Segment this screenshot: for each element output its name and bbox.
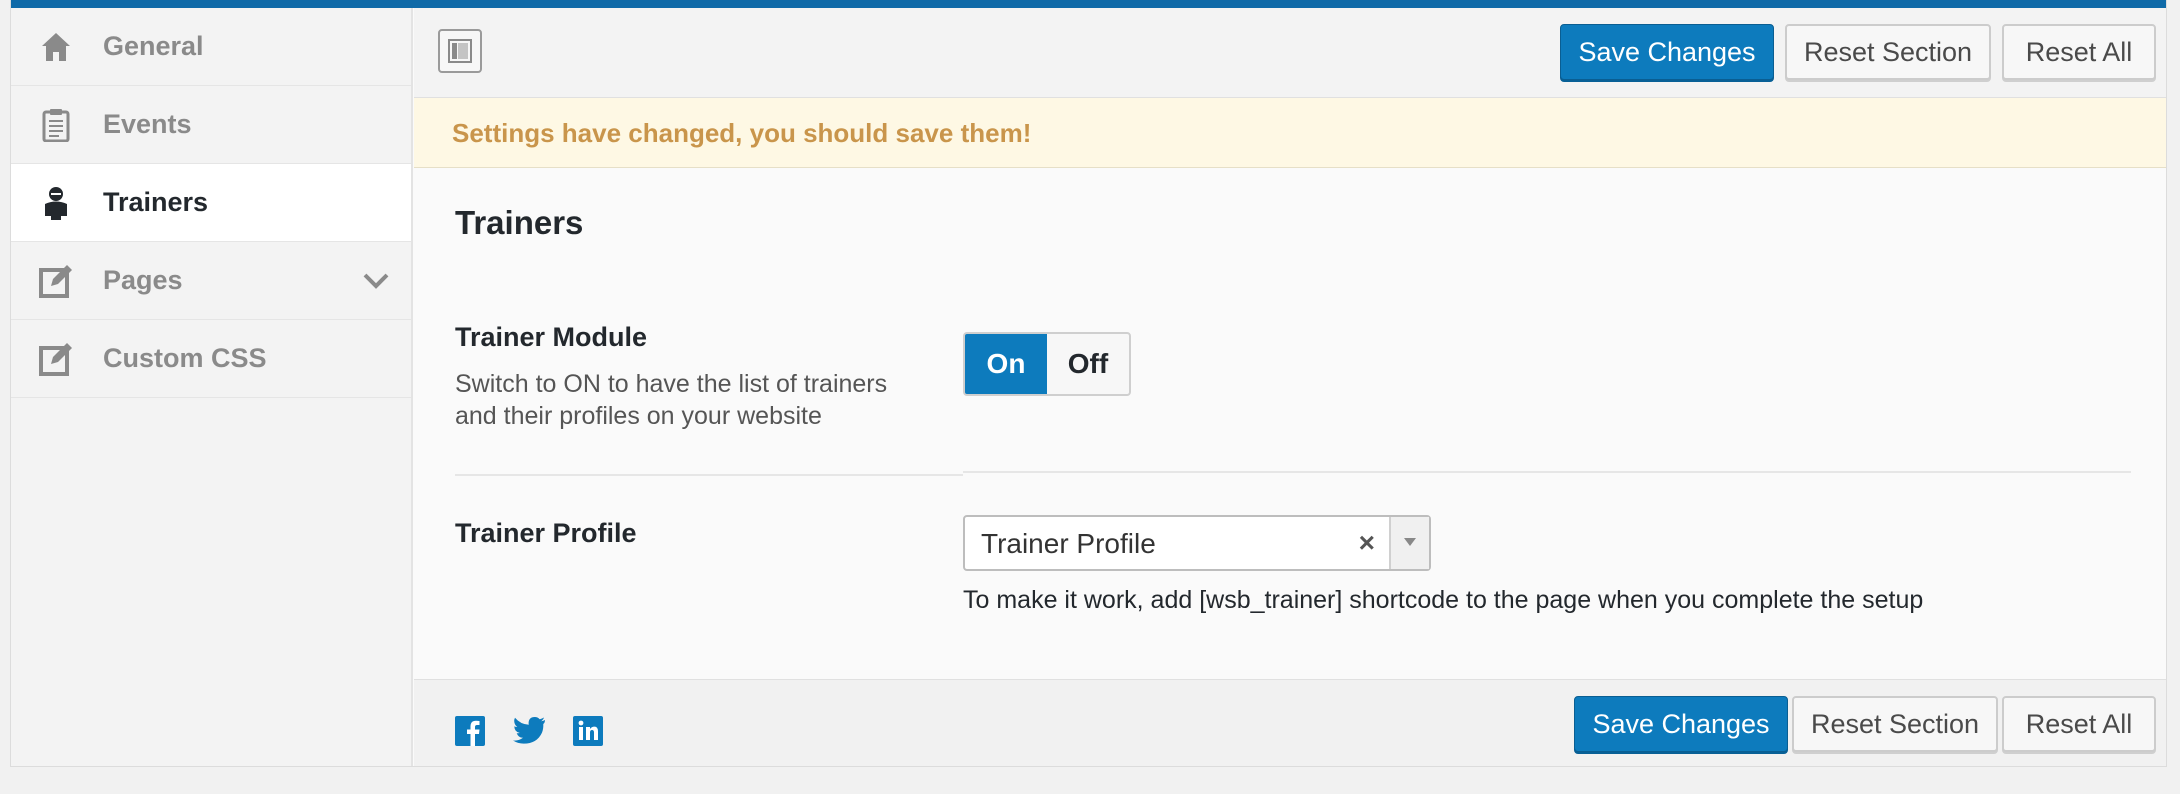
layout-icon [448,39,472,63]
sidebar-item-label: Events [103,109,192,139]
sidebar-item-events[interactable]: Events [11,86,411,164]
save-button[interactable]: Save Changes [1560,24,1774,80]
dropdown-arrow-icon[interactable] [1389,517,1429,569]
main-panel: Save Changes Reset Section Reset All Set… [414,8,2166,766]
person-icon [39,186,73,220]
settings-content: Trainers Trainer Module Switch to ON to … [414,168,2166,679]
edit-icon [39,264,73,298]
reset-section-button[interactable]: Reset Section [1792,696,1998,752]
field-divider [963,471,2131,473]
reset-all-button[interactable]: Reset All [2002,24,2156,80]
reset-section-button[interactable]: Reset Section [1785,24,1991,80]
sidebar-item-label: Custom CSS [103,343,267,373]
home-icon [39,30,73,64]
sidebar-item-label: Pages [103,265,183,295]
footer-toolbar: Save Changes Reset Section Reset All [414,679,2166,766]
trainer-module-label: Trainer Module [455,322,648,352]
top-accent-bar [11,0,2166,8]
chevron-down-icon[interactable] [361,266,391,296]
sidebar-item-trainers[interactable]: Trainers [11,164,411,242]
sidebar-item-custom-css[interactable]: Custom CSS [11,320,411,398]
trainer-profile-label: Trainer Profile [455,518,637,548]
layout-toggle-button[interactable] [438,29,482,73]
unsaved-changes-notice: Settings have changed, you should save t… [414,98,2166,168]
trainer-module-description: Switch to ON to have the list of trainer… [455,370,888,430]
save-button[interactable]: Save Changes [1574,696,1788,752]
toggle-off-option[interactable]: Off [1047,334,1129,394]
top-toolbar: Save Changes Reset Section Reset All [414,8,2166,98]
field-divider [455,474,963,476]
sidebar: General Events Trainers Pages Custom CSS [11,8,413,766]
trainer-profile-select[interactable]: Trainer Profile × [963,515,1431,571]
trainer-module-toggle[interactable]: On Off [963,332,1131,396]
notice-text: Settings have changed, you should save t… [452,118,1032,148]
sidebar-item-label: Trainers [103,187,209,217]
settings-panel: General Events Trainers Pages Custom CSS… [10,0,2167,767]
section-title: Trainers [455,204,584,241]
clear-icon[interactable]: × [1359,527,1375,559]
linkedin-icon[interactable] [573,716,603,746]
clipboard-icon [39,108,73,142]
sidebar-item-label: General [103,31,204,61]
sidebar-item-pages[interactable]: Pages [11,242,411,320]
select-value: Trainer Profile [981,528,1156,559]
facebook-icon[interactable] [455,716,485,746]
trainer-profile-hint: To make it work, add [wsb_trainer] short… [963,586,1924,614]
twitter-icon[interactable] [512,716,546,746]
reset-all-button[interactable]: Reset All [2002,696,2156,752]
toggle-on-option[interactable]: On [965,334,1047,394]
sidebar-item-general[interactable]: General [11,8,411,86]
edit-icon [39,342,73,376]
